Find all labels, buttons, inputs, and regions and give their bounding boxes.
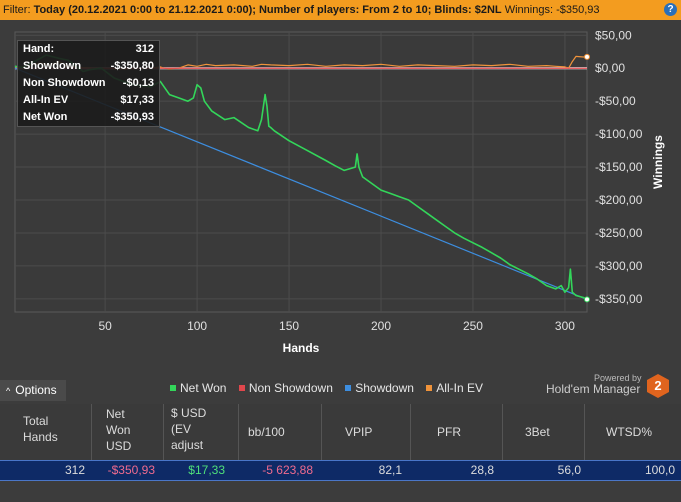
brand-name: Hold'em Manager bbox=[546, 382, 641, 396]
filter-label: Filter: bbox=[3, 4, 31, 16]
tooltip-row-allin-ev: All-In EV $17,33 bbox=[23, 94, 154, 111]
options-button[interactable]: ^ Options bbox=[0, 380, 66, 401]
cell-vpip: 82,1 bbox=[378, 463, 402, 477]
y-tick-label: -$50,00 bbox=[595, 94, 636, 108]
x-tick-label: 50 bbox=[98, 319, 112, 333]
column-header-bb100[interactable]: bb/100 bbox=[239, 404, 322, 460]
cell-ev-adjusted: $17,33 bbox=[188, 463, 225, 477]
filter-bar[interactable]: Filter: Today (20.12.2021 0:00 to 21.12.… bbox=[0, 0, 681, 20]
tooltip-row-showdown: Showdown -$350,80 bbox=[23, 60, 154, 77]
legend-label: Net Won bbox=[180, 381, 227, 395]
column-header-label: $ USD (EV adjust bbox=[171, 406, 207, 452]
legend-label: Showdown bbox=[355, 381, 414, 395]
hand-tooltip: Hand: 312 Showdown -$350,80 Non Showdown -$… bbox=[17, 40, 160, 127]
cell-total-hands: 312 bbox=[64, 463, 85, 477]
tooltip-value: -$350,80 bbox=[110, 60, 154, 72]
tooltip-key: All-In EV bbox=[23, 94, 69, 106]
column-header-label: Net Won USD bbox=[106, 407, 132, 453]
y-tick-label: -$300,00 bbox=[595, 259, 643, 273]
column-header-label: Total Hands bbox=[23, 414, 58, 444]
tooltip-row-non-showdown: Non Showdown -$0,13 bbox=[23, 77, 154, 94]
table-row[interactable]: 312 -$350,93 $17,33 -5 623,88 82,1 28,8 … bbox=[0, 460, 681, 481]
chevron-up-icon: ^ bbox=[6, 386, 11, 396]
y-tick-label: -$250,00 bbox=[595, 226, 643, 240]
tooltip-value: $17,33 bbox=[120, 94, 154, 106]
tooltip-value: -$0,13 bbox=[122, 77, 154, 89]
x-tick-label: 250 bbox=[463, 319, 483, 333]
cell-net-won: -$350,93 bbox=[107, 463, 155, 477]
tooltip-key: Showdown bbox=[23, 60, 82, 72]
tooltip-value: 312 bbox=[135, 43, 154, 55]
cell-wtsd: 100,0 bbox=[644, 463, 675, 477]
column-header-3bet[interactable]: 3Bet bbox=[503, 404, 585, 460]
y-tick-label: -$150,00 bbox=[595, 160, 643, 174]
x-tick-label: 200 bbox=[371, 319, 391, 333]
y-tick-label: $0,00 bbox=[595, 61, 625, 75]
y-tick-label: -$200,00 bbox=[595, 193, 643, 207]
column-header-label: 3Bet bbox=[525, 425, 550, 439]
cell-pfr: 28,8 bbox=[470, 463, 494, 477]
end-marker-net-won bbox=[584, 296, 590, 303]
cell-bb100: -5 623,88 bbox=[262, 463, 313, 477]
legend-swatch bbox=[238, 385, 245, 391]
legend-item-allin-ev[interactable]: All-In EV bbox=[426, 381, 483, 395]
x-tick-label: 100 bbox=[187, 319, 207, 333]
tooltip-row-net-won: Net Won -$350,93 bbox=[23, 111, 154, 128]
options-label: Options bbox=[15, 383, 57, 397]
column-header-ev-adjusted[interactable]: $ USD (EV adjust bbox=[164, 404, 239, 460]
filter-winnings: Winnings: -$350,93 bbox=[504, 4, 600, 16]
legend-swatch bbox=[426, 385, 433, 391]
cell-3bet: 56,0 bbox=[557, 463, 581, 477]
column-header-vpip[interactable]: VPIP bbox=[322, 404, 411, 460]
x-tick-label: 150 bbox=[279, 319, 299, 333]
end-marker-all-in-ev bbox=[584, 53, 590, 60]
chart-legend: Net Won Non Showdown Showdown All-In EV bbox=[170, 381, 492, 397]
tooltip-key: Hand: bbox=[23, 43, 55, 55]
tooltip-key: Non Showdown bbox=[23, 77, 106, 89]
y-tick-label: -$350,00 bbox=[595, 292, 643, 306]
y-tick-label: -$100,00 bbox=[595, 127, 643, 141]
column-header-label: bb/100 bbox=[248, 425, 285, 439]
legend-label: Non Showdown bbox=[248, 381, 333, 395]
hm2-logo-icon: 2 bbox=[647, 374, 669, 398]
legend-item-showdown[interactable]: Showdown bbox=[345, 381, 414, 395]
column-header-total-hands[interactable]: Total Hands bbox=[0, 404, 92, 460]
tooltip-row-hand: Hand: 312 bbox=[23, 43, 154, 60]
tooltip-value: -$350,93 bbox=[110, 111, 154, 123]
column-header-label: PFR bbox=[437, 425, 461, 439]
filter-text: Today (20.12.2021 0:00 to 21.12.2021 0:0… bbox=[33, 4, 502, 16]
column-header-label: WTSD% bbox=[606, 425, 652, 439]
column-header-wtsd[interactable]: WTSD% bbox=[585, 404, 681, 460]
legend-item-non-showdown[interactable]: Non Showdown bbox=[238, 381, 333, 395]
help-icon[interactable]: ? bbox=[664, 3, 677, 16]
y-axis-label: Winnings bbox=[651, 135, 665, 189]
column-header-label: VPIP bbox=[345, 425, 373, 439]
legend-swatch bbox=[345, 385, 352, 391]
y-tick-label: $50,00 bbox=[595, 28, 632, 42]
legend-item-net-won[interactable]: Net Won bbox=[170, 381, 226, 395]
stats-table-header: Total Hands Net Won USD $ USD (EV adjust… bbox=[0, 404, 681, 460]
column-header-net-won[interactable]: Net Won USD bbox=[92, 404, 164, 460]
x-axis-label: Hands bbox=[283, 341, 320, 355]
legend-swatch bbox=[170, 385, 176, 391]
legend-label: All-In EV bbox=[436, 381, 483, 395]
column-header-pfr[interactable]: PFR bbox=[411, 404, 503, 460]
tooltip-key: Net Won bbox=[23, 111, 68, 123]
x-tick-label: 300 bbox=[555, 319, 575, 333]
